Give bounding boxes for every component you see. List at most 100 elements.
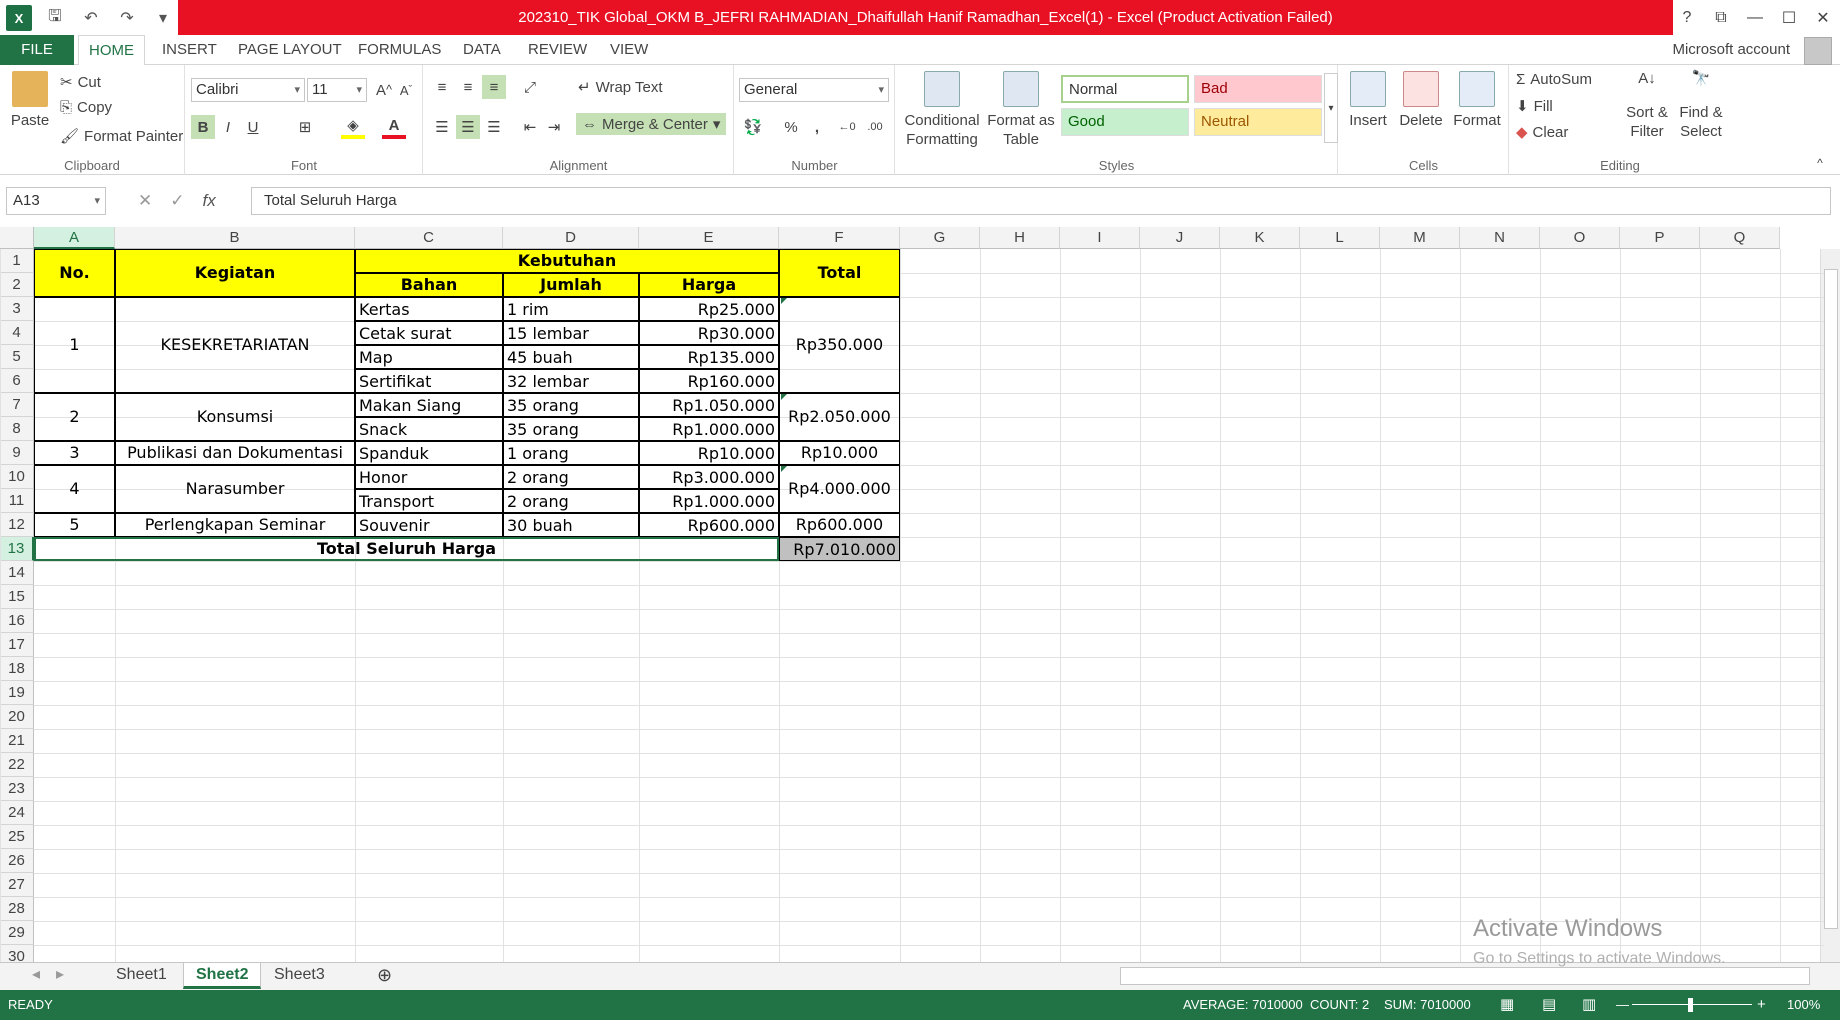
sort-filter-button[interactable]: A↓ Sort & Filter [1622, 69, 1672, 141]
table-cell-jumlah[interactable]: 15 lembar [503, 321, 639, 345]
table-cell-jumlah[interactable]: 30 buah [503, 513, 639, 537]
save-icon[interactable]: 🖫 [42, 5, 68, 31]
horizontal-scrollbar[interactable] [1120, 967, 1810, 985]
column-header[interactable]: M [1380, 227, 1460, 249]
zoom-slider-thumb[interactable] [1688, 998, 1693, 1012]
tab-insert[interactable]: INSERT [152, 35, 227, 65]
orientation-icon[interactable]: ⤢ [518, 75, 542, 99]
row-header[interactable]: 19 [0, 681, 34, 705]
cancel-icon[interactable]: ✕ [138, 191, 152, 211]
column-header[interactable]: F [779, 227, 900, 249]
table-cell-total[interactable]: Rp2.050.000 [779, 393, 900, 441]
row-header[interactable]: 18 [0, 657, 34, 681]
style-bad[interactable]: Bad [1194, 75, 1322, 103]
table-cell-jumlah[interactable]: 35 orang [503, 417, 639, 441]
table-cell-kegiatan[interactable]: Publikasi dan Dokumentasi [115, 441, 355, 465]
tab-page-layout[interactable]: PAGE LAYOUT [228, 35, 352, 65]
row-header[interactable]: 3 [0, 297, 34, 321]
row-header[interactable]: 8 [0, 417, 34, 441]
row-header[interactable]: 25 [0, 825, 34, 849]
row-header[interactable]: 1 [0, 249, 34, 273]
styles-scroll-icon[interactable]: ▾ [1324, 73, 1338, 143]
row-header[interactable]: 23 [0, 777, 34, 801]
row-header[interactable]: 6 [0, 369, 34, 393]
cut-button[interactable]: ✂ Cut [60, 73, 101, 92]
increase-decimal-icon[interactable]: ←0 [835, 115, 859, 139]
table-cell-jumlah[interactable]: 2 orang [503, 489, 639, 513]
decrease-font-icon[interactable]: Aˇ [394, 78, 418, 102]
align-bottom-icon[interactable]: ≡ [482, 75, 506, 99]
row-header[interactable]: 9 [0, 441, 34, 465]
borders-icon[interactable]: ⊞ [293, 115, 317, 139]
row-header[interactable]: 13 [0, 537, 34, 561]
table-cell-bahan[interactable]: Sertifikat [355, 369, 503, 393]
collapse-ribbon-icon[interactable]: ^ [1808, 151, 1832, 175]
row-header[interactable]: 5 [0, 345, 34, 369]
table-cell-jumlah[interactable]: 32 lembar [503, 369, 639, 393]
number-format-combo[interactable]: General [739, 78, 889, 102]
insert-cells-button[interactable]: Insert [1345, 71, 1391, 130]
table-cell-jumlah[interactable]: 1 orang [503, 441, 639, 465]
vertical-scroll-thumb[interactable] [1824, 269, 1838, 929]
zoom-level[interactable]: 100% [1787, 990, 1820, 1020]
table-cell-bahan[interactable]: Spanduk [355, 441, 503, 465]
tab-review[interactable]: REVIEW [518, 35, 597, 65]
customize-qat-icon[interactable]: ▾ [150, 5, 176, 31]
row-header[interactable]: 14 [0, 561, 34, 585]
table-cell-jumlah[interactable]: 35 orang [503, 393, 639, 417]
table-cell-jumlah[interactable]: 2 orang [503, 465, 639, 489]
row-header[interactable]: 21 [0, 729, 34, 753]
format-as-table-button[interactable]: Format as Table [986, 71, 1056, 149]
column-header[interactable]: N [1460, 227, 1540, 249]
autosum-button[interactable]: Σ AutoSum [1516, 71, 1592, 88]
column-header[interactable]: K [1220, 227, 1300, 249]
comma-button[interactable]: , [805, 115, 829, 139]
column-header[interactable]: C [355, 227, 503, 249]
vertical-scrollbar[interactable] [1820, 249, 1840, 962]
table-cell-no[interactable]: 3 [34, 441, 115, 465]
italic-button[interactable]: I [216, 115, 240, 139]
table-cell-bahan[interactable]: Honor [355, 465, 503, 489]
zoom-in-icon[interactable]: + [1757, 990, 1766, 1020]
column-header[interactable]: E [639, 227, 779, 249]
decrease-decimal-icon[interactable]: .00 [863, 115, 887, 139]
table-cell-bahan[interactable]: Cetak surat [355, 321, 503, 345]
avatar[interactable] [1804, 37, 1832, 65]
tab-view[interactable]: VIEW [600, 35, 658, 65]
increase-font-icon[interactable]: A ^ [372, 78, 396, 102]
table-cell-harga[interactable]: Rp1.000.000 [639, 417, 779, 441]
column-header[interactable]: I [1060, 227, 1140, 249]
table-cell-total[interactable]: Rp4.000.000 [779, 465, 900, 513]
table-cell-kegiatan[interactable]: Narasumber [115, 465, 355, 513]
font-color-icon[interactable]: A [382, 115, 406, 139]
row-header[interactable]: 20 [0, 705, 34, 729]
row-header[interactable]: 2 [0, 273, 34, 297]
sheet-tab-sheet1[interactable]: Sheet1 [104, 963, 179, 989]
clear-button[interactable]: ◆ Clear [1516, 123, 1568, 142]
column-header[interactable]: H [980, 227, 1060, 249]
excel-logo-icon[interactable]: X [6, 5, 32, 31]
row-header[interactable]: 12 [0, 513, 34, 537]
table-cell-bahan[interactable]: Makan Siang [355, 393, 503, 417]
table-cell-bahan[interactable]: Transport [355, 489, 503, 513]
copy-button[interactable]: ⎘ Copy [60, 99, 112, 116]
increase-indent-icon[interactable]: ⇥ [542, 115, 566, 139]
column-header[interactable]: P [1620, 227, 1700, 249]
bold-button[interactable]: B [191, 115, 215, 139]
merge-center-button[interactable]: ⇔ Merge & Center ▾ [576, 113, 727, 135]
fill-button[interactable]: ⬇ Fill [1516, 97, 1553, 116]
undo-icon[interactable]: ↶ [78, 5, 104, 31]
style-neutral[interactable]: Neutral [1194, 108, 1322, 136]
header-jumlah[interactable]: Jumlah [503, 273, 639, 297]
tab-home[interactable]: HOME [78, 35, 145, 66]
table-cell-kegiatan[interactable]: Konsumsi [115, 393, 355, 441]
table-cell-harga[interactable]: Rp1.000.000 [639, 489, 779, 513]
underline-button[interactable]: U [241, 115, 265, 139]
insert-function-button[interactable]: fx [203, 191, 216, 211]
ribbon-display-icon[interactable]: ⧉ [1704, 0, 1738, 35]
row-header[interactable]: 4 [0, 321, 34, 345]
header-kegiatan[interactable]: Kegiatan [115, 249, 355, 297]
new-sheet-icon[interactable]: ⊕ [365, 963, 404, 989]
header-total[interactable]: Total [779, 249, 900, 297]
style-good[interactable]: Good [1061, 108, 1189, 136]
